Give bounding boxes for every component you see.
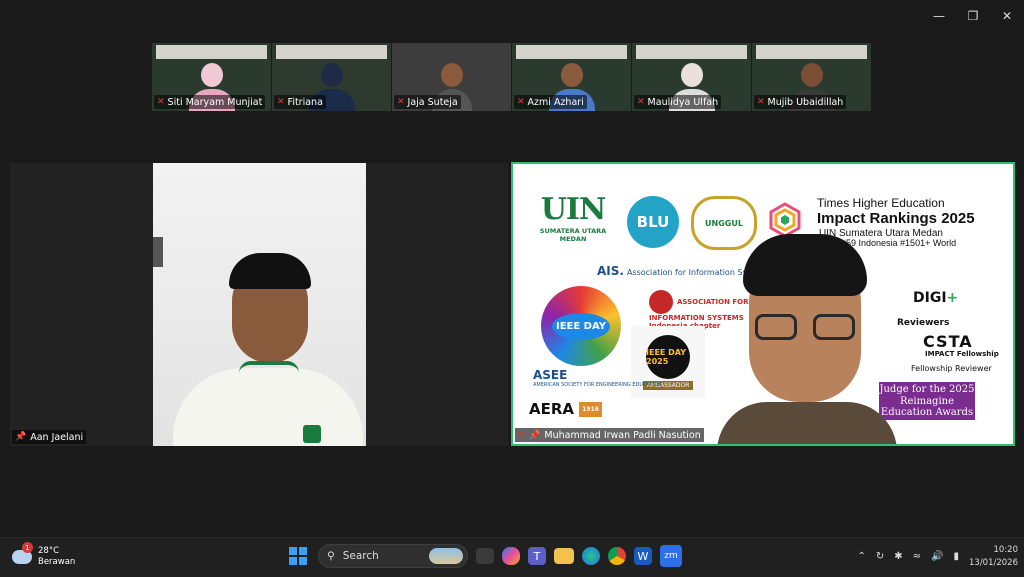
reviewers-label: Reviewers — [897, 318, 950, 328]
copilot-icon[interactable] — [502, 547, 520, 565]
participant-video — [153, 163, 366, 446]
participant-tile[interactable]: ✕ Azmi Azhari — [512, 43, 631, 111]
uin-logo-text: UIN — [540, 192, 607, 227]
sync-icon[interactable]: ↻ — [876, 551, 884, 562]
participant-name-label: ✕ 📌 Muhammad Irwan Padli Nasution — [515, 428, 704, 442]
clock[interactable]: 10:20 13/01/2026 — [969, 544, 1018, 570]
participant-name: Azmi Azhari — [527, 96, 584, 108]
edge-icon[interactable] — [582, 547, 600, 565]
the-rankings-title: Impact Rankings 2025 — [817, 210, 975, 227]
shared-slide: UIN SUMATERA UTARA MEDAN BLU UNGGUL Time… — [515, 166, 1011, 444]
windows-start-icon[interactable] — [286, 544, 310, 568]
glasses-graphic — [755, 314, 857, 340]
participant-name: Siti Maryam Munjiat — [167, 96, 263, 108]
bluetooth-icon[interactable]: ✱ — [894, 551, 902, 562]
judge-banner: Judge for the 2025 Reimagine Education A… — [879, 382, 975, 420]
zoom-icon[interactable]: zm — [660, 545, 682, 567]
participant-tile[interactable]: ✕ Maulidya Ulfah — [632, 43, 751, 111]
restore-icon[interactable]: ❐ — [956, 0, 990, 32]
participant-name-label: ✕ Jaja Suteja — [394, 95, 461, 109]
participant-tile[interactable]: ✕ Siti Maryam Munjiat — [152, 43, 271, 111]
search-highlight-art — [429, 548, 463, 564]
window-controls: — ❐ ✕ — [922, 0, 1024, 32]
aera-logo: AERA 1916 — [529, 400, 602, 418]
participant-name-label: 📌 Aan Jaelani — [12, 430, 87, 444]
file-explorer-icon[interactable] — [554, 548, 574, 564]
ieee-day-logo: IEEE DAY — [541, 286, 621, 366]
asee-sub: AMERICAN SOCIETY FOR ENGINEERING EDUCATI… — [533, 382, 662, 388]
uin-caption: SUMATERA UTARA MEDAN — [539, 227, 607, 243]
ais-short: AIS. — [597, 264, 624, 278]
participant-name-label: ✕ Azmi Azhari — [514, 95, 587, 109]
csta-logo: CSTA — [923, 332, 973, 351]
minimize-icon[interactable]: — — [922, 0, 956, 32]
participant-name-label: ✕ Mujib Ubaidillah — [754, 95, 847, 109]
aisindo-icon — [649, 290, 673, 314]
fellowship-reviewer: Fellowship Reviewer — [911, 364, 992, 373]
aera-text: AERA — [529, 400, 575, 418]
uin-logo: UIN SUMATERA UTARA MEDAN — [527, 178, 619, 246]
pin-icon: 📌 — [528, 429, 541, 441]
speaker-video — [717, 230, 897, 444]
teams-icon[interactable]: T — [528, 547, 546, 565]
search-icon: ⚲ — [327, 550, 335, 562]
video-panel-right[interactable]: UIN SUMATERA UTARA MEDAN BLU UNGGUL Time… — [511, 162, 1015, 446]
participant-name: Muhammad Irwan Padli Nasution — [544, 429, 701, 441]
weather-temp: 28°C — [38, 546, 60, 556]
the-title: Times Higher Education — [817, 196, 945, 210]
system-tray: ⌃ ↻ ✱ ≈ 🔊 ▮ 10:20 13/01/2026 — [857, 544, 1018, 570]
taskbar: 1 28°C Berawan ⚲ Search T W zm ⌃ ↻ ✱ ≈ 🔊… — [0, 537, 1024, 577]
close-icon[interactable]: ✕ — [990, 0, 1024, 32]
digi-text: DIGI — [913, 290, 947, 306]
aera-year: 1916 — [579, 402, 602, 417]
impact-fellowship: IMPACT Fellowship — [925, 350, 999, 358]
mic-muted-icon: ✕ — [637, 97, 645, 107]
date: 13/01/2026 — [969, 557, 1018, 568]
search-box[interactable]: ⚲ Search — [318, 544, 468, 568]
participant-tile[interactable]: ✕ Mujib Ubaidillah — [752, 43, 871, 111]
asee-logo: ASEE AMERICAN SOCIETY FOR ENGINEERING EDU… — [533, 368, 662, 388]
cloud-icon: 1 — [12, 542, 33, 565]
mic-muted-icon: ✕ — [157, 97, 165, 107]
cap-graphic — [229, 253, 311, 289]
mic-muted-icon: ✕ — [277, 97, 285, 107]
chevron-up-icon[interactable]: ⌃ — [857, 551, 865, 562]
chrome-icon[interactable] — [608, 547, 626, 565]
participant-name: Fitriana — [287, 96, 323, 108]
participant-name: Maulidya Ulfah — [647, 96, 719, 108]
wifi-icon[interactable]: ≈ — [913, 551, 921, 562]
participant-strip: ✕ Siti Maryam Munjiat ✕ Fitriana ✕ Jaja Sut… — [152, 43, 871, 111]
participant-name-label: ✕ Siti Maryam Munjiat — [154, 95, 266, 109]
mic-muted-icon: ✕ — [757, 97, 765, 107]
taskbar-apps: ⚲ Search T W zm — [286, 544, 682, 568]
weather-widget[interactable]: 1 28°C Berawan — [12, 542, 76, 568]
search-placeholder: Search — [342, 550, 379, 562]
mic-muted-icon: ✕ — [518, 430, 526, 440]
volume-icon[interactable]: 🔊 — [931, 551, 943, 562]
digi-logo: DIGI+ — [913, 290, 959, 306]
video-panel-left[interactable]: 📌 Aan Jaelani — [10, 163, 508, 446]
asee-text: ASEE — [533, 368, 568, 382]
logo-badge-icon — [303, 425, 321, 443]
participant-name: Aan Jaelani — [30, 431, 84, 443]
battery-icon[interactable]: ▮ — [953, 551, 959, 562]
participant-name-label: ✕ Fitriana — [274, 95, 326, 109]
notification-badge: 1 — [22, 542, 33, 554]
task-view-icon[interactable] — [476, 548, 494, 564]
participant-tile[interactable]: ✕ Jaja Suteja — [392, 43, 511, 111]
mic-muted-icon: ✕ — [517, 97, 525, 107]
participant-name: Jaja Suteja — [407, 96, 458, 108]
word-icon[interactable]: W — [634, 547, 652, 565]
participant-tile[interactable]: ✕ Fitriana — [272, 43, 391, 111]
pin-icon: 📌 — [15, 432, 27, 442]
blu-logo: BLU — [627, 196, 679, 248]
participant-name-label: ✕ Maulidya Ulfah — [634, 95, 722, 109]
time: 10:20 — [993, 545, 1019, 555]
mic-muted-icon: ✕ — [397, 97, 405, 107]
ieee-day-text: IEEE DAY — [551, 312, 611, 340]
participant-name: Mujib Ubaidillah — [767, 96, 844, 108]
weather-desc: Berawan — [38, 557, 76, 568]
